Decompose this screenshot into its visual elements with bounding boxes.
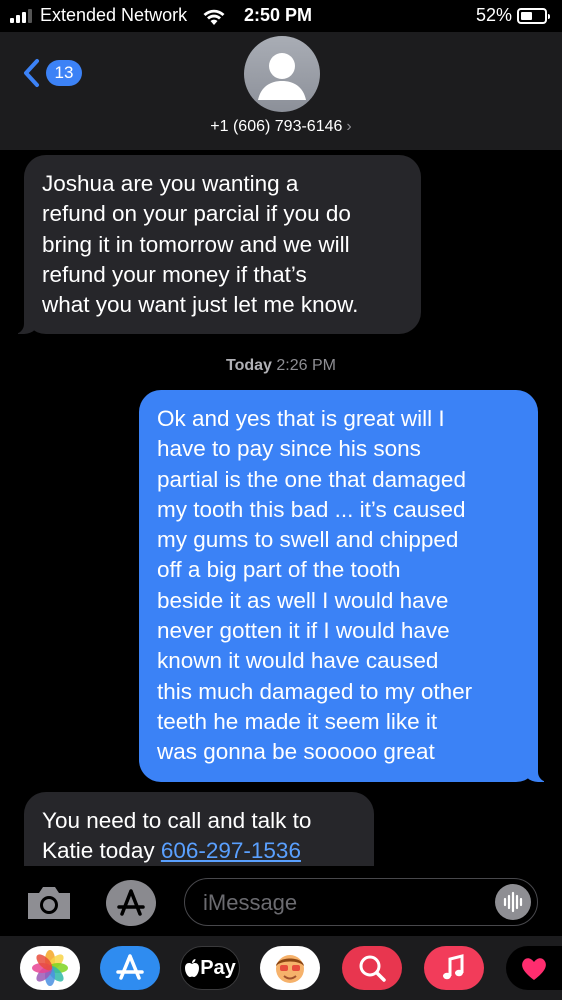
message-line: refund on your parcial if you do	[42, 201, 351, 227]
battery-percent: 52%	[476, 5, 513, 25]
timestamp-day: Today	[226, 357, 272, 374]
battery-icon	[517, 8, 550, 24]
apple-logo-icon	[185, 959, 200, 977]
music-note-icon	[443, 954, 464, 980]
compose-bar: iMessage	[0, 866, 562, 936]
incoming-message[interactable]: Joshua are you wanting a refund on your …	[10, 155, 421, 335]
app-store-app-button[interactable]	[100, 946, 160, 990]
message-line: You need to call and talk to	[42, 808, 312, 833]
app-store-icon	[117, 889, 145, 916]
apple-pay-label: Pay	[200, 956, 236, 979]
back-button[interactable]: 13	[22, 58, 82, 88]
message-line: Katie today 606-297-1536	[42, 836, 356, 866]
app-drawer: Pay	[0, 936, 562, 1000]
memoji-app-button[interactable]	[260, 946, 320, 990]
message-line: off a big part of the tooth	[157, 557, 401, 583]
message-line: teeth he made it seem like it	[157, 708, 438, 734]
timestamp-time: 2:26 PM	[276, 357, 336, 374]
message-line: have to pay since his sons	[157, 436, 421, 462]
camera-button[interactable]	[24, 883, 74, 923]
contact-avatar[interactable]	[244, 36, 320, 112]
outgoing-message[interactable]: Ok and yes that is great will I have to …	[139, 390, 552, 782]
message-timestamp: Today 2:26 PM	[0, 357, 562, 375]
photos-icon	[32, 950, 68, 986]
apple-pay-app-button[interactable]: Pay	[180, 946, 240, 990]
status-time: 2:50 PM	[244, 5, 313, 25]
person-icon	[258, 53, 306, 100]
chevron-right-icon: ›	[346, 118, 352, 135]
unread-count-badge: 13	[46, 60, 82, 86]
image-search-icon	[359, 955, 386, 982]
contact-name: +1 (606) 793-6146	[210, 118, 343, 135]
message-line: beside it as well I would have	[157, 587, 449, 613]
message-line: never gotten it if I would have	[157, 618, 450, 644]
message-input[interactable]: iMessage	[184, 878, 538, 926]
conversation-header: 13 +1 (606) 793-6146 ›	[0, 32, 562, 150]
chevron-left-icon	[22, 58, 40, 88]
music-app-button[interactable]	[424, 946, 484, 990]
message-line: partial is the one that damaged	[157, 466, 466, 492]
app-store-button[interactable]	[106, 880, 156, 926]
contact-name-button[interactable]: +1 (606) 793-6146 ›	[0, 118, 562, 136]
message-line: my tooth this bad ... it’s caused	[157, 496, 466, 522]
message-line: this much damaged to my other	[157, 678, 473, 704]
message-line: Ok and yes that is great will I	[157, 406, 445, 431]
message-line: known it would have caused	[157, 648, 439, 674]
message-input-placeholder: iMessage	[203, 890, 298, 915]
message-line: Joshua are you wanting a	[42, 171, 299, 196]
message-line: refund your money if that’s	[42, 261, 307, 287]
cellular-signal-icon	[10, 9, 32, 23]
heart-icon	[522, 958, 546, 980]
carrier-name: Extended Network	[40, 5, 188, 25]
photos-app-button[interactable]	[20, 946, 80, 990]
camera-icon	[28, 887, 70, 919]
status-bar: Extended Network 2:50 PM 52%	[0, 0, 562, 32]
digital-touch-app-button[interactable]	[506, 946, 562, 990]
phone-number-link[interactable]: 606-297-1536	[161, 838, 301, 863]
audio-waveform-icon	[503, 891, 523, 913]
message-text: Katie today	[42, 838, 155, 864]
app-store-icon	[116, 954, 144, 980]
image-search-app-button[interactable]	[342, 946, 402, 990]
message-line: was gonna be sooooo great	[157, 739, 435, 765]
audio-message-button[interactable]	[495, 884, 531, 920]
memoji-icon	[276, 955, 304, 983]
message-line: my gums to swell and chipped	[157, 527, 459, 553]
message-line: bring it in tomorrow and we will	[42, 231, 350, 257]
wifi-icon	[202, 8, 226, 31]
message-line: what you want just let me know.	[42, 292, 359, 318]
